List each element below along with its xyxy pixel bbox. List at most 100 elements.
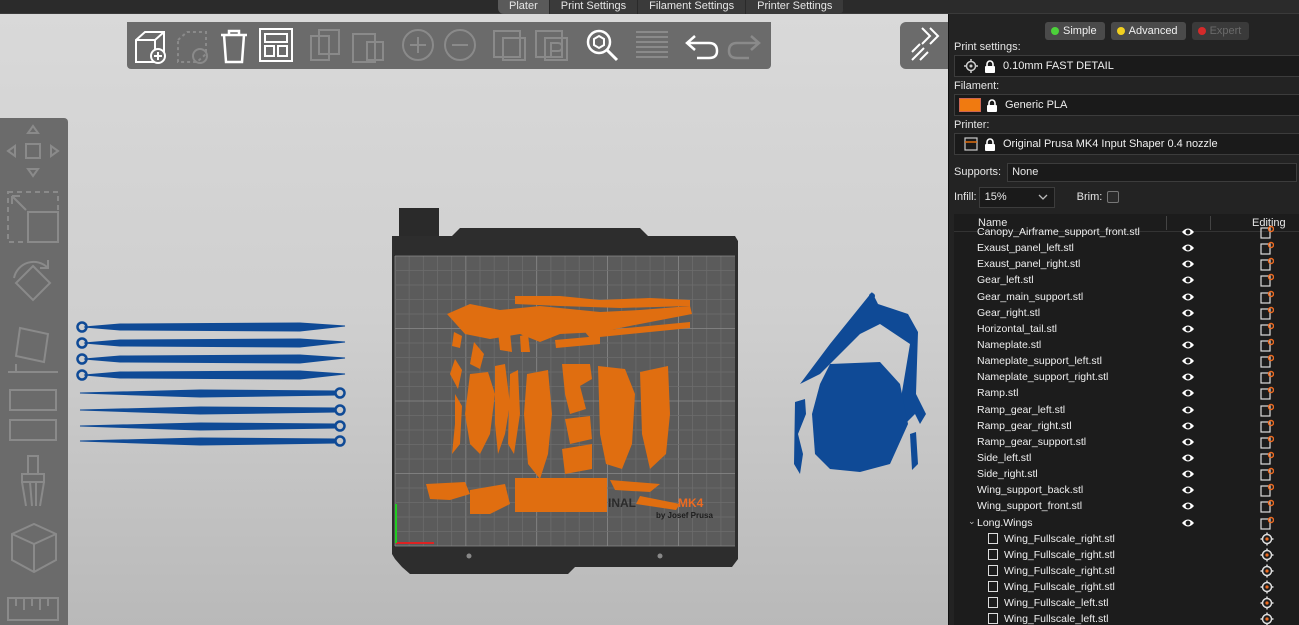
- visibility-eye-icon[interactable]: [1181, 404, 1195, 416]
- filament-color-swatch[interactable]: [959, 98, 981, 112]
- edit-object-icon[interactable]: [1260, 451, 1275, 465]
- supports-select[interactable]: None: [1007, 162, 1298, 182]
- object-list[interactable]: Name Editing Canopy_Airframe_support_fro…: [954, 214, 1299, 625]
- object-row[interactable]: Exaust_panel_left.stl: [954, 240, 1299, 256]
- paint-supports-button[interactable]: [4, 452, 62, 510]
- wing-part[interactable]: [83, 338, 346, 348]
- paste-button[interactable]: [349, 26, 387, 64]
- object-row[interactable]: Ramp_gear_left.stl: [954, 402, 1299, 418]
- layers-editing-button[interactable]: [633, 26, 671, 64]
- copy-button[interactable]: [307, 26, 345, 64]
- object-row[interactable]: Wing_Fullscale_right.stl: [954, 531, 1299, 547]
- visibility-eye-icon[interactable]: [1181, 420, 1195, 432]
- visibility-eye-icon[interactable]: [1181, 468, 1195, 480]
- visibility-eye-icon[interactable]: [1181, 291, 1195, 303]
- edit-object-icon[interactable]: [1260, 290, 1275, 304]
- visibility-eye-icon[interactable]: [1181, 387, 1195, 399]
- edit-object-icon[interactable]: [1260, 467, 1275, 481]
- edit-object-icon[interactable]: [1260, 257, 1275, 271]
- object-row[interactable]: Gear_main_support.stl: [954, 289, 1299, 305]
- object-row[interactable]: Ramp_gear_support.stl: [954, 434, 1299, 450]
- visibility-eye-icon[interactable]: [1181, 484, 1195, 496]
- edit-object-icon[interactable]: [1260, 241, 1275, 255]
- object-row[interactable]: Wing_Fullscale_right.stl: [954, 563, 1299, 579]
- object-row[interactable]: Nameplate.stl: [954, 337, 1299, 353]
- tab-filament-settings[interactable]: Filament Settings: [638, 0, 747, 14]
- visibility-eye-icon[interactable]: [1181, 355, 1195, 367]
- redo-button[interactable]: [725, 26, 763, 64]
- collapse-sidebar-button[interactable]: [900, 22, 948, 69]
- object-row[interactable]: Wing_Fullscale_left.stl: [954, 611, 1299, 625]
- chevron-down-icon[interactable]: ⌄: [968, 516, 976, 527]
- object-row[interactable]: Gear_left.stl: [954, 272, 1299, 288]
- filament-combo[interactable]: Generic PLA: [954, 94, 1299, 116]
- object-row[interactable]: Nameplate_support_right.stl: [954, 369, 1299, 385]
- visibility-eye-icon[interactable]: [1181, 307, 1195, 319]
- edit-object-icon[interactable]: [1260, 273, 1275, 288]
- wing-part[interactable]: [79, 437, 337, 446]
- brim-checkbox[interactable]: [1107, 191, 1120, 203]
- mode-expert-button[interactable]: Expert: [1191, 22, 1250, 40]
- visibility-eye-icon[interactable]: [1181, 339, 1195, 351]
- scene[interactable]: INAL MK4 by Josef Prusa: [0, 14, 948, 625]
- parts-outside-bed-right[interactable]: [794, 292, 926, 474]
- object-row[interactable]: Wing_Fullscale_right.stl: [954, 579, 1299, 595]
- tab-print-settings[interactable]: Print Settings: [550, 0, 639, 14]
- settings-gear-icon[interactable]: [1260, 580, 1274, 594]
- visibility-eye-icon[interactable]: [1181, 323, 1195, 335]
- wings-outside-bed-left[interactable]: [76, 321, 346, 447]
- 3d-viewport[interactable]: INAL MK4 by Josef Prusa: [0, 14, 948, 625]
- edit-object-icon[interactable]: [1260, 354, 1275, 368]
- place-on-face-button[interactable]: [4, 320, 62, 378]
- wing-part[interactable]: [79, 422, 337, 431]
- visibility-eye-icon[interactable]: [1181, 436, 1195, 448]
- mode-simple-button[interactable]: Simple: [1045, 22, 1105, 40]
- settings-gear-icon[interactable]: [1260, 612, 1274, 625]
- settings-gear-icon[interactable]: [1260, 596, 1274, 610]
- cut-tool-button[interactable]: [4, 386, 62, 444]
- object-row[interactable]: Wing_Fullscale_left.stl: [954, 595, 1299, 611]
- object-row[interactable]: Gear_right.stl: [954, 305, 1299, 321]
- delete-all-button[interactable]: [215, 26, 253, 64]
- object-row[interactable]: Nameplate_support_left.stl: [954, 353, 1299, 369]
- object-row[interactable]: Wing_support_front.stl: [954, 498, 1299, 514]
- tab-plater[interactable]: Plater: [498, 0, 550, 14]
- undo-button[interactable]: [683, 26, 721, 64]
- edit-object-icon[interactable]: [1260, 225, 1275, 239]
- visibility-eye-icon[interactable]: [1181, 242, 1195, 254]
- split-objects-button[interactable]: [491, 26, 529, 64]
- split-parts-button[interactable]: [533, 26, 571, 64]
- delete-object-button[interactable]: [173, 26, 211, 64]
- edit-object-icon[interactable]: [1260, 516, 1275, 530]
- object-row[interactable]: Canopy_Airframe_support_front.stl: [954, 224, 1299, 240]
- move-tool-button[interactable]: [4, 122, 62, 180]
- settings-gear-icon[interactable]: [1260, 564, 1274, 578]
- measure-cube-button[interactable]: [4, 518, 62, 576]
- object-row[interactable]: Wing_support_back.stl: [954, 482, 1299, 498]
- visibility-eye-icon[interactable]: [1181, 452, 1195, 464]
- object-row[interactable]: Side_left.stl: [954, 450, 1299, 466]
- visibility-eye-icon[interactable]: [1181, 274, 1195, 286]
- object-row[interactable]: Wing_Fullscale_right.stl: [954, 547, 1299, 563]
- printer-combo[interactable]: Original Prusa MK4 Input Shaper 0.4 nozz…: [954, 133, 1299, 155]
- visibility-eye-icon[interactable]: [1181, 500, 1195, 512]
- edit-object-icon[interactable]: [1260, 419, 1275, 433]
- arrange-button[interactable]: [257, 26, 295, 64]
- object-row[interactable]: Ramp_gear_right.stl: [954, 418, 1299, 434]
- edit-object-icon[interactable]: [1260, 435, 1275, 449]
- edit-object-icon[interactable]: [1260, 306, 1275, 320]
- edit-object-icon[interactable]: [1260, 322, 1275, 336]
- visibility-eye-icon[interactable]: [1181, 226, 1195, 238]
- wing-part[interactable]: [79, 389, 337, 398]
- mode-advanced-button[interactable]: Advanced: [1110, 22, 1186, 40]
- infill-select[interactable]: 15%: [978, 186, 1055, 208]
- visibility-eye-icon[interactable]: [1181, 517, 1195, 529]
- tab-printer-settings[interactable]: Printer Settings: [746, 0, 845, 14]
- object-row[interactable]: Side_right.stl: [954, 466, 1299, 482]
- scale-tool-button[interactable]: [4, 188, 62, 246]
- wing-part[interactable]: [79, 406, 337, 415]
- group-row[interactable]: ⌄ Long.Wings: [954, 515, 1299, 531]
- edit-object-icon[interactable]: [1260, 386, 1275, 401]
- remove-instance-button[interactable]: [441, 26, 479, 64]
- object-row[interactable]: Ramp.stl: [954, 385, 1299, 401]
